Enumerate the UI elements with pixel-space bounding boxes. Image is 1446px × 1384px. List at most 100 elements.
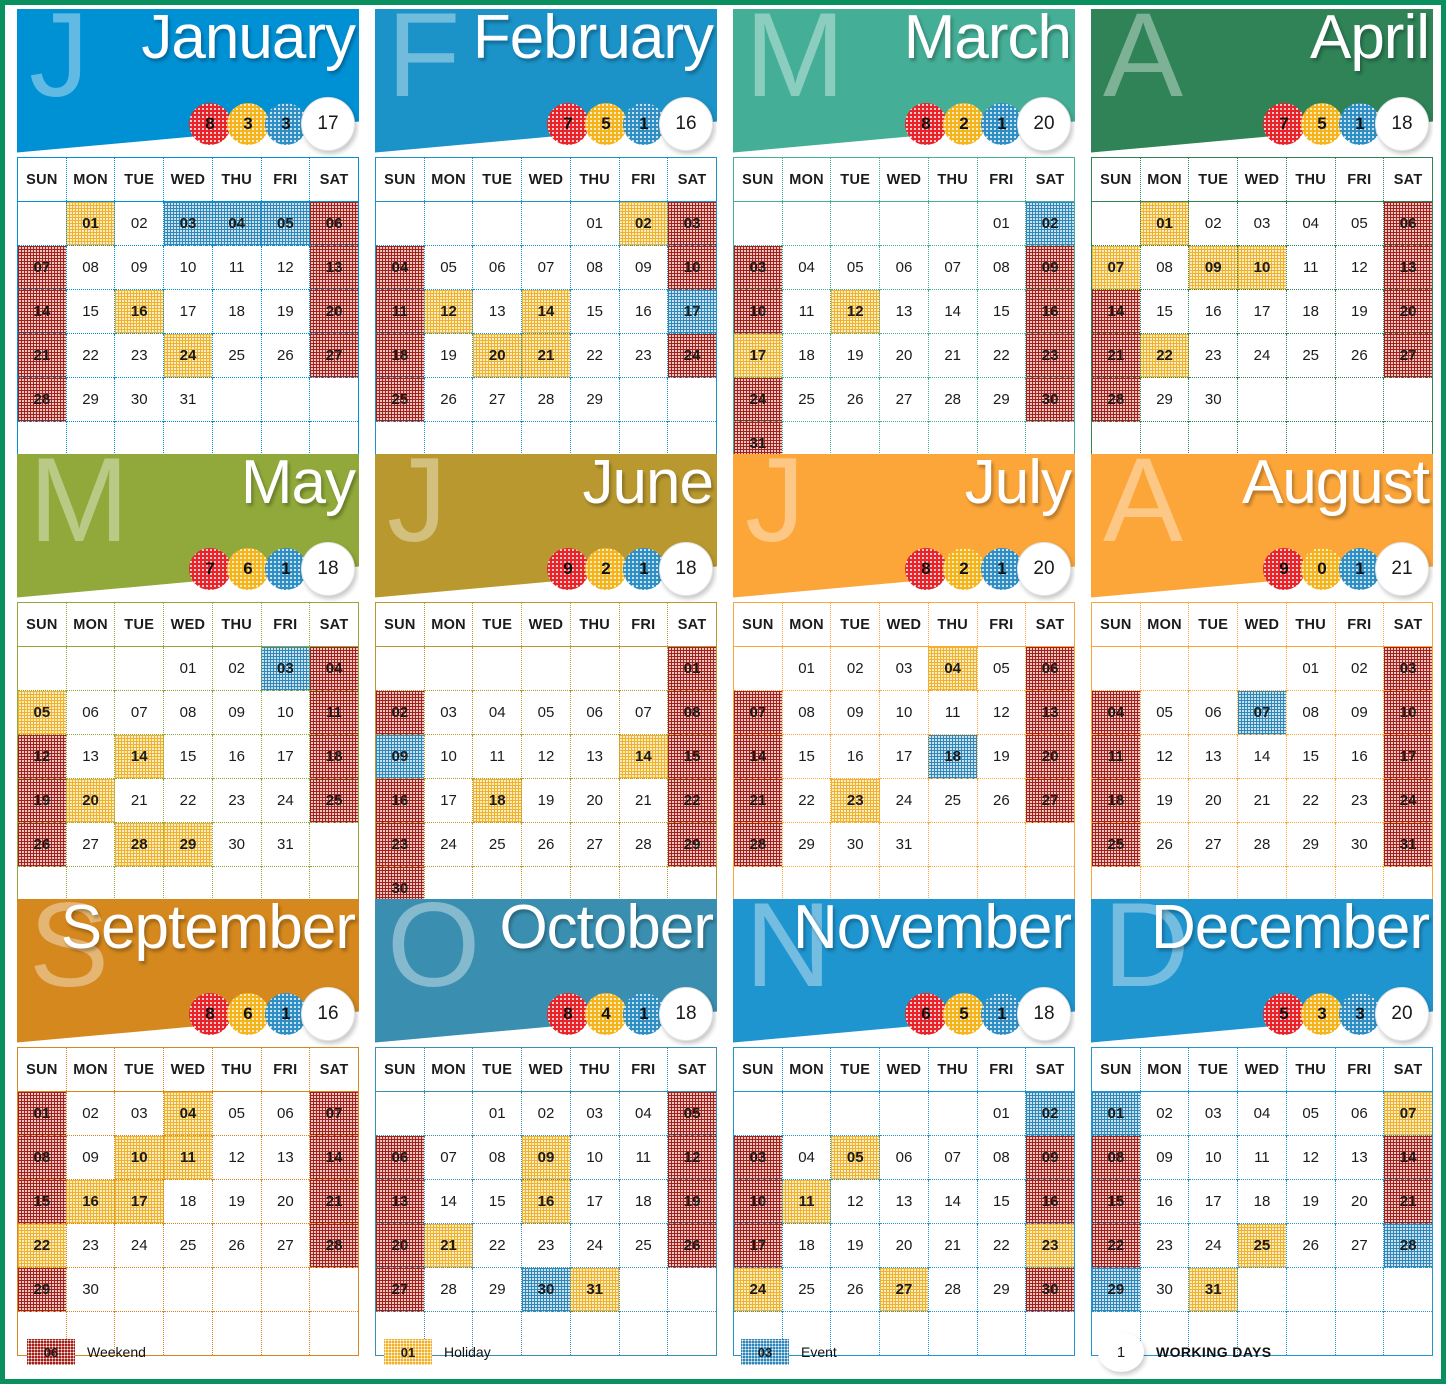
day-cell-normal[interactable]: 10 bbox=[569, 1135, 620, 1180]
day-cell-normal[interactable]: 07 bbox=[927, 1135, 978, 1180]
day-cell-weekend[interactable]: 10 bbox=[733, 289, 783, 334]
day-cell-normal[interactable]: 22 bbox=[976, 1223, 1026, 1268]
day-cell-weekend[interactable]: 13 bbox=[1383, 245, 1433, 290]
day-cell-normal[interactable]: 13 bbox=[65, 734, 115, 779]
day-cell-normal[interactable]: 29 bbox=[65, 377, 115, 422]
day-cell-normal[interactable]: 27 bbox=[879, 377, 929, 422]
day-cell-weekend[interactable]: 09 bbox=[1025, 1135, 1075, 1180]
day-cell-normal[interactable]: 12 bbox=[1334, 245, 1384, 290]
day-cell-holiday[interactable]: 12 bbox=[830, 289, 880, 334]
day-cell-normal[interactable]: 06 bbox=[1188, 690, 1238, 735]
day-cell-normal[interactable]: 01 bbox=[472, 1091, 522, 1136]
day-cell-normal[interactable]: 15 bbox=[569, 289, 620, 334]
day-cell-normal[interactable]: 02 bbox=[830, 646, 880, 691]
day-cell-normal[interactable]: 20 bbox=[1188, 778, 1238, 823]
day-cell-normal[interactable]: 07 bbox=[423, 1135, 473, 1180]
day-cell-normal[interactable]: 23 bbox=[521, 1223, 571, 1268]
day-cell-weekend[interactable]: 13 bbox=[309, 245, 359, 290]
day-cell-normal[interactable]: 17 bbox=[569, 1179, 620, 1224]
day-cell-weekend[interactable]: 10 bbox=[667, 245, 717, 290]
day-cell-normal[interactable]: 29 bbox=[1139, 377, 1189, 422]
day-cell-weekend[interactable]: 17 bbox=[733, 1223, 783, 1268]
day-cell-normal[interactable]: 28 bbox=[423, 1267, 473, 1312]
day-cell-weekend[interactable]: 06 bbox=[309, 201, 359, 246]
day-cell-weekend[interactable]: 11 bbox=[375, 289, 425, 334]
day-cell-holiday[interactable]: 14 bbox=[114, 734, 164, 779]
day-cell-event[interactable]: 30 bbox=[521, 1267, 571, 1312]
day-cell-normal[interactable]: 19 bbox=[260, 289, 310, 334]
day-cell-normal[interactable]: 20 bbox=[879, 333, 929, 378]
day-cell-weekend[interactable]: 27 bbox=[309, 333, 359, 378]
day-cell-weekend[interactable]: 31 bbox=[1383, 822, 1433, 867]
day-cell-normal[interactable]: 01 bbox=[569, 201, 620, 246]
day-cell-weekend[interactable]: 23 bbox=[1025, 333, 1075, 378]
day-cell-normal[interactable]: 18 bbox=[618, 1179, 668, 1224]
day-cell-normal[interactable]: 20 bbox=[260, 1179, 310, 1224]
day-cell-normal[interactable]: 28 bbox=[927, 377, 978, 422]
day-cell-normal[interactable]: 08 bbox=[976, 1135, 1026, 1180]
day-cell-normal[interactable]: 09 bbox=[211, 690, 262, 735]
day-cell-normal[interactable]: 03 bbox=[569, 1091, 620, 1136]
day-cell-event[interactable]: 18 bbox=[927, 734, 978, 779]
day-cell-normal[interactable]: 14 bbox=[927, 1179, 978, 1224]
day-cell-normal[interactable]: 29 bbox=[569, 377, 620, 422]
day-cell-normal[interactable]: 12 bbox=[1285, 1135, 1336, 1180]
day-cell-normal[interactable]: 11 bbox=[472, 734, 522, 779]
day-cell-normal[interactable]: 16 bbox=[1139, 1179, 1189, 1224]
day-cell-normal[interactable]: 30 bbox=[114, 377, 164, 422]
day-cell-normal[interactable]: 06 bbox=[879, 1135, 929, 1180]
day-cell-weekend[interactable]: 06 bbox=[375, 1135, 425, 1180]
day-cell-weekend[interactable]: 20 bbox=[309, 289, 359, 334]
day-cell-normal[interactable]: 15 bbox=[472, 1179, 522, 1224]
day-cell-holiday[interactable]: 20 bbox=[472, 333, 522, 378]
day-cell-weekend[interactable]: 12 bbox=[667, 1135, 717, 1180]
day-cell-normal[interactable]: 19 bbox=[521, 778, 571, 823]
day-cell-normal[interactable]: 13 bbox=[1334, 1135, 1384, 1180]
day-cell-weekend[interactable]: 12 bbox=[17, 734, 67, 779]
day-cell-normal[interactable]: 28 bbox=[618, 822, 668, 867]
day-cell-normal[interactable]: 09 bbox=[618, 245, 668, 290]
day-cell-holiday[interactable]: 22 bbox=[1139, 333, 1189, 378]
day-cell-normal[interactable]: 08 bbox=[472, 1135, 522, 1180]
day-cell-normal[interactable]: 09 bbox=[1139, 1135, 1189, 1180]
day-cell-normal[interactable]: 12 bbox=[211, 1135, 262, 1180]
day-cell-normal[interactable]: 10 bbox=[879, 690, 929, 735]
day-cell-normal[interactable]: 12 bbox=[1139, 734, 1189, 779]
day-cell-weekend[interactable]: 24 bbox=[1383, 778, 1433, 823]
day-cell-holiday[interactable]: 29 bbox=[163, 822, 213, 867]
day-cell-normal[interactable]: 26 bbox=[211, 1223, 262, 1268]
day-cell-normal[interactable]: 01 bbox=[163, 646, 213, 691]
day-cell-normal[interactable]: 21 bbox=[927, 333, 978, 378]
day-cell-weekend[interactable]: 30 bbox=[1025, 377, 1075, 422]
day-cell-weekend[interactable]: 14 bbox=[1383, 1135, 1433, 1180]
day-cell-normal[interactable]: 28 bbox=[521, 377, 571, 422]
day-cell-normal[interactable]: 26 bbox=[1139, 822, 1189, 867]
day-cell-normal[interactable]: 16 bbox=[830, 734, 880, 779]
day-cell-weekend[interactable]: 21 bbox=[1383, 1179, 1433, 1224]
day-cell-normal[interactable]: 30 bbox=[211, 822, 262, 867]
day-cell-normal[interactable]: 22 bbox=[781, 778, 831, 823]
day-cell-normal[interactable]: 14 bbox=[1237, 734, 1287, 779]
day-cell-normal[interactable]: 24 bbox=[114, 1223, 164, 1268]
day-cell-normal[interactable]: 18 bbox=[781, 1223, 831, 1268]
day-cell-normal[interactable]: 30 bbox=[1188, 377, 1238, 422]
day-cell-normal[interactable]: 19 bbox=[976, 734, 1026, 779]
day-cell-event[interactable]: 17 bbox=[667, 289, 717, 334]
day-cell-event[interactable]: 03 bbox=[260, 646, 310, 691]
day-cell-weekend[interactable]: 22 bbox=[1091, 1223, 1141, 1268]
day-cell-holiday[interactable]: 31 bbox=[569, 1267, 620, 1312]
day-cell-holiday[interactable]: 24 bbox=[733, 1267, 783, 1312]
day-cell-normal[interactable]: 04 bbox=[1237, 1091, 1287, 1136]
day-cell-normal[interactable]: 31 bbox=[163, 377, 213, 422]
day-cell-weekend[interactable]: 25 bbox=[1091, 822, 1141, 867]
day-cell-normal[interactable]: 30 bbox=[1139, 1267, 1189, 1312]
day-cell-event[interactable]: 28 bbox=[1383, 1223, 1433, 1268]
day-cell-weekend[interactable]: 24 bbox=[667, 333, 717, 378]
day-cell-holiday[interactable]: 14 bbox=[618, 734, 668, 779]
day-cell-weekend[interactable]: 11 bbox=[1091, 734, 1141, 779]
day-cell-normal[interactable]: 08 bbox=[781, 690, 831, 735]
day-cell-normal[interactable]: 22 bbox=[569, 333, 620, 378]
day-cell-normal[interactable]: 22 bbox=[65, 333, 115, 378]
day-cell-normal[interactable]: 29 bbox=[781, 822, 831, 867]
day-cell-weekend[interactable]: 27 bbox=[1025, 778, 1075, 823]
